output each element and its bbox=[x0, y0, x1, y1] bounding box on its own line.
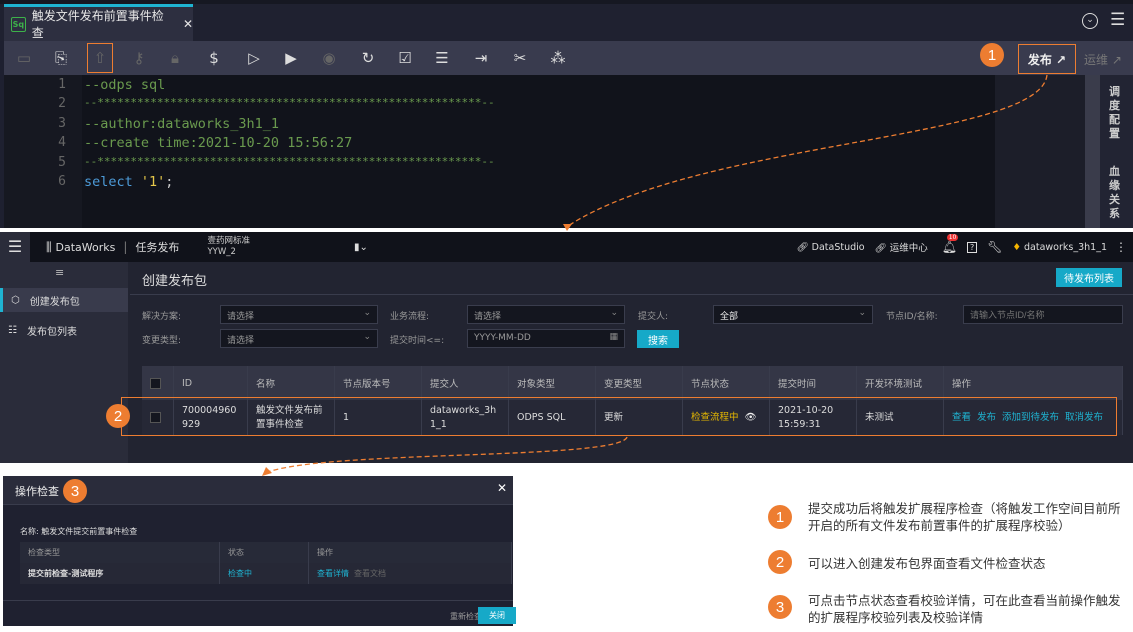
connector-arrows bbox=[262, 74, 1048, 476]
dashed-arrow-2 bbox=[267, 436, 628, 473]
dashed-arrow-1 bbox=[567, 74, 1048, 227]
arrowhead-2 bbox=[262, 467, 272, 476]
arrowhead-1 bbox=[563, 224, 572, 231]
